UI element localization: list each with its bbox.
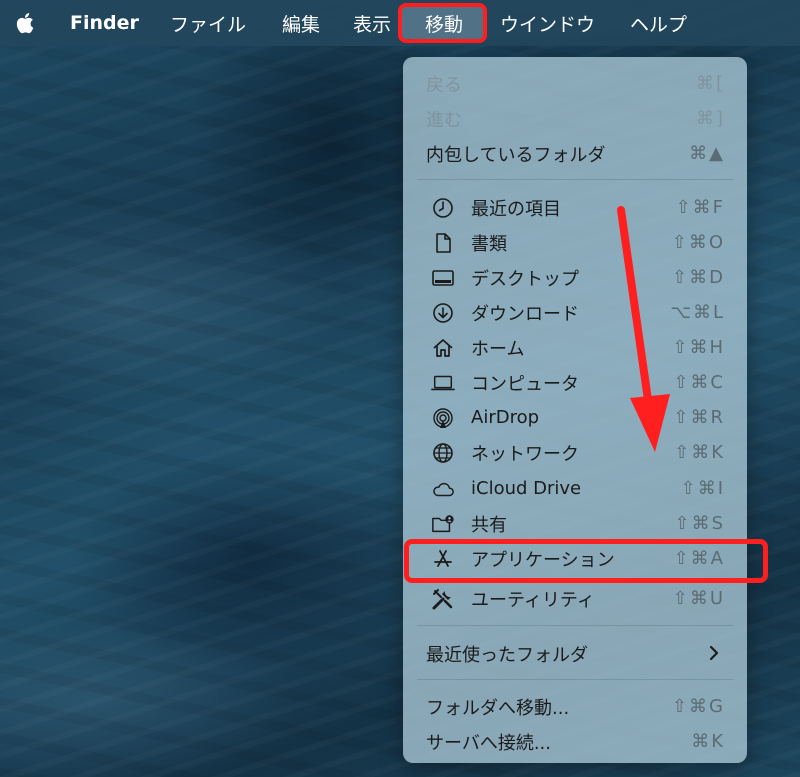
menubar-edit[interactable]: 編集 [282,0,320,46]
go-menu-annotation-box [398,3,487,43]
menu-item-shortcut: ⇧⌘K [674,442,725,463]
menubar-file[interactable]: ファイル [170,0,246,46]
menu-item-label: iCloud Drive [471,478,582,499]
menu-separator [417,179,733,180]
menu-item-network[interactable]: ネットワーク ⇧⌘K [403,435,747,470]
go-menu-dropdown: 戻る ⌘[ 進む ⌘] 内包しているフォルダ ⌘▲ 最近の項目 ⇧⌘F 書類 ⇧… [403,57,747,763]
menu-item-label: コンピュータ [471,373,579,395]
menubar-help[interactable]: ヘルプ [630,0,687,46]
menu-item-label: 最近使ったフォルダ [426,644,588,666]
menu-item-shortcut: ⇧⌘H [672,337,725,358]
menu-separator [417,625,733,626]
globe-icon [431,441,455,465]
menu-item-label: 最近の項目 [471,198,561,220]
menu-item-computer[interactable]: コンピュータ ⇧⌘C [403,365,747,400]
menu-item-shortcut: ⌘▲ [689,143,725,164]
menu-item-shortcut: ⇧⌘I [680,478,725,499]
document-icon [431,231,455,255]
menu-item-shortcut: ⇧⌘U [672,588,725,609]
menu-item-label: 共有 [471,514,507,536]
airdrop-icon [431,406,455,430]
menu-item-enclosing-folder[interactable]: 内包しているフォルダ ⌘▲ [403,136,747,171]
menu-item-label: デスクトップ [471,268,579,290]
apple-menu-icon[interactable] [12,9,40,37]
menu-item-shortcut: ⇧⌘C [673,372,725,393]
menu-item-documents[interactable]: 書類 ⇧⌘O [403,225,747,260]
menubar-view[interactable]: 表示 [353,0,391,46]
menu-item-label: AirDrop [471,407,540,428]
menu-item-downloads[interactable]: ダウンロード ⌥⌘L [403,295,747,330]
menu-item-shortcut: ⇧⌘S [674,513,725,534]
desktop-icon [431,266,455,290]
menubar-finder[interactable]: Finder [70,0,139,46]
menu-item-label: 進む [426,109,462,131]
menu-item-label: 内包しているフォルダ [426,144,606,166]
menu-item-connect-to-server[interactable]: サーバへ接続... ⌘K [403,724,747,759]
menu-item-desktop[interactable]: デスクトップ ⇧⌘D [403,260,747,295]
menu-item-shortcut: ⇧⌘G [671,696,725,717]
menu-item-label: ネットワーク [471,443,579,465]
menu-item-shortcut: ⌘K [691,731,725,752]
menu-item-shortcut: ⇧⌘O [671,232,725,253]
menu-item-shortcut: ⇧⌘R [673,407,725,428]
menu-item-label: 戻る [426,74,462,96]
menu-item-shared[interactable]: 共有 ⇧⌘S [403,506,747,541]
menu-item-back[interactable]: 戻る ⌘[ [403,66,747,101]
cloud-icon [431,477,455,501]
menu-item-shortcut: ⌘[ [695,73,725,94]
menu-item-label: ユーティリティ [471,589,595,611]
menu-item-utilities[interactable]: ユーティリティ ⇧⌘U [403,581,747,616]
menu-item-shortcut: ⇧⌘F [675,197,725,218]
shared-folder-icon [431,512,455,536]
menu-item-go-to-folder[interactable]: フォルダへ移動... ⇧⌘G [403,689,747,724]
menu-item-shortcut: ⇧⌘D [672,267,725,288]
menubar-window[interactable]: ウインドウ [500,0,595,46]
home-icon [431,336,455,360]
menu-separator [417,679,733,680]
chevron-right-icon [709,645,719,661]
menu-item-icloud-drive[interactable]: iCloud Drive ⇧⌘I [403,471,747,506]
menu-item-recents[interactable]: 最近の項目 ⇧⌘F [403,190,747,225]
menu-item-airdrop[interactable]: AirDrop ⇧⌘R [403,400,747,435]
laptop-icon [431,371,455,395]
applications-annotation-box [404,539,768,583]
clock-icon [431,196,455,220]
menu-item-recent-folders[interactable]: 最近使ったフォルダ [403,636,747,671]
menu-item-label: ダウンロード [471,303,579,325]
menu-item-label: フォルダへ移動... [426,697,570,719]
download-icon [431,301,455,325]
menu-item-label: 書類 [471,233,507,255]
menu-item-label: ホーム [471,338,525,360]
menu-item-shortcut: ⌘] [695,108,725,129]
menu-item-label: サーバへ接続... [426,732,551,754]
menu-item-forward[interactable]: 進む ⌘] [403,101,747,136]
menu-item-shortcut: ⌥⌘L [670,302,725,323]
menu-item-home[interactable]: ホーム ⇧⌘H [403,330,747,365]
utilities-icon [431,587,455,611]
